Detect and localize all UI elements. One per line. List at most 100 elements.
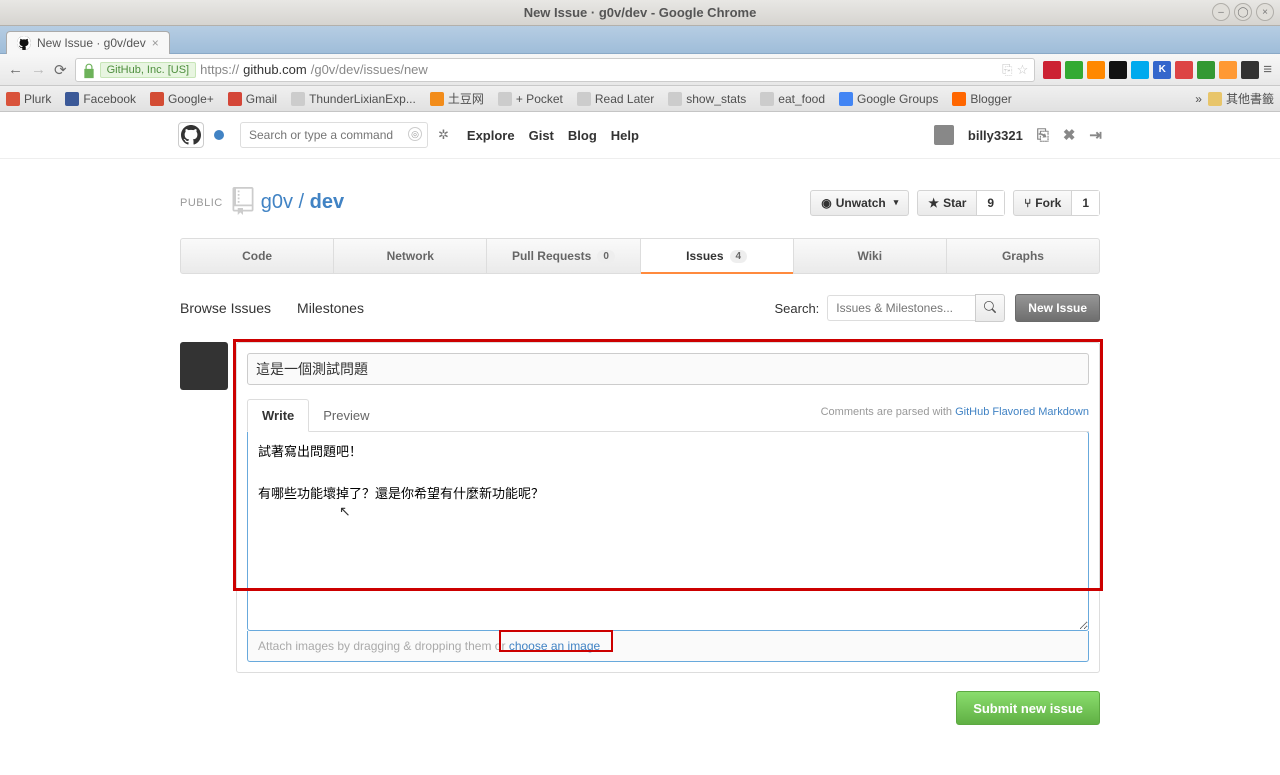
github-logo[interactable] bbox=[178, 122, 204, 148]
bookmark-item[interactable]: show_stats bbox=[668, 92, 746, 106]
bookmark-star-icon[interactable]: ☆ bbox=[1017, 62, 1029, 78]
browser-tabstrip: New Issue · g0v/dev × bbox=[0, 26, 1280, 54]
tab-close-icon[interactable]: × bbox=[152, 36, 159, 50]
bookmarks-bar: Plurk Facebook Google+ Gmail ThunderLixianEx… bbox=[0, 86, 1280, 112]
ext-icon[interactable] bbox=[1219, 61, 1237, 79]
browser-toolbar: ← → ⟳ GitHub, Inc. [US] https:// github.… bbox=[0, 54, 1280, 86]
star-button[interactable]: ★Star 9 bbox=[917, 190, 1005, 216]
write-tab[interactable]: Write bbox=[247, 399, 309, 432]
bookmark-icon bbox=[228, 92, 242, 106]
username[interactable]: billy3321 bbox=[968, 128, 1023, 143]
tab-wiki[interactable]: Wiki bbox=[794, 239, 947, 273]
bookmark-icon bbox=[6, 92, 20, 106]
issues-search-input[interactable] bbox=[827, 295, 975, 321]
submit-issue-button[interactable]: Submit new issue bbox=[956, 691, 1100, 725]
tab-code[interactable]: Code bbox=[181, 239, 334, 273]
bookmark-icon bbox=[952, 92, 966, 106]
unwatch-button[interactable]: ◉Unwatch bbox=[810, 190, 909, 216]
markdown-hint: Comments are parsed with GitHub Flavored… bbox=[821, 406, 1089, 424]
bookmark-item[interactable]: Blogger bbox=[952, 92, 1011, 106]
user-avatar[interactable] bbox=[934, 125, 954, 145]
new-issue-button[interactable]: New Issue bbox=[1015, 294, 1100, 322]
bookmark-icon bbox=[668, 92, 682, 106]
ssl-badge: GitHub, Inc. [US] bbox=[100, 62, 197, 78]
browse-issues-link[interactable]: Browse Issues bbox=[180, 300, 271, 316]
address-bar[interactable]: GitHub, Inc. [US] https:// github.com /g… bbox=[75, 58, 1036, 82]
search-settings-icon[interactable]: ✲ bbox=[438, 127, 449, 143]
bookmark-item[interactable]: ThunderLixianExp... bbox=[291, 92, 416, 106]
search-clear-icon[interactable]: ◎ bbox=[408, 127, 422, 141]
new-repo-icon[interactable]: ⎘ bbox=[1037, 127, 1049, 144]
bookmark-item[interactable]: Google+ bbox=[150, 92, 214, 106]
ext-icon[interactable] bbox=[1175, 61, 1193, 79]
ext-icon[interactable]: K bbox=[1153, 61, 1171, 79]
bookmark-item[interactable]: + Pocket bbox=[498, 92, 563, 106]
star-icon: ★ bbox=[928, 196, 939, 210]
repo-owner-link[interactable]: g0v bbox=[261, 191, 293, 213]
ext-icon[interactable] bbox=[1241, 61, 1259, 79]
notifications-indicator[interactable] bbox=[214, 130, 224, 140]
repo-tabs: Code Network Pull Requests0 Issues4 Wiki… bbox=[180, 238, 1100, 274]
bookmark-item[interactable]: eat_food bbox=[760, 92, 825, 106]
forward-button[interactable]: → bbox=[31, 61, 46, 78]
nav-help[interactable]: Help bbox=[611, 128, 639, 143]
issue-body-textarea[interactable] bbox=[247, 431, 1089, 631]
bookmark-icon bbox=[430, 92, 444, 106]
tab-issues[interactable]: Issues4 bbox=[641, 239, 794, 273]
folder-icon bbox=[1208, 92, 1222, 106]
repo-header: PUBLIC g0v / dev ◉Unwatch ★Star 9 ⑂Fork … bbox=[180, 187, 1100, 218]
bookmark-icon bbox=[760, 92, 774, 106]
fork-button[interactable]: ⑂Fork 1 bbox=[1013, 190, 1100, 216]
bookmark-item[interactable]: 土豆网 bbox=[430, 90, 484, 107]
other-bookmarks-folder[interactable]: 其他書籤 bbox=[1208, 90, 1274, 107]
settings-icon[interactable]: ✖ bbox=[1063, 126, 1076, 144]
star-count[interactable]: 9 bbox=[976, 191, 1004, 215]
window-maximize-button[interactable]: ◯ bbox=[1234, 3, 1252, 21]
ext-icon[interactable] bbox=[1109, 61, 1127, 79]
tab-network[interactable]: Network bbox=[334, 239, 487, 273]
ext-icon[interactable] bbox=[1043, 61, 1061, 79]
back-button[interactable]: ← bbox=[8, 61, 23, 78]
browser-tab[interactable]: New Issue · g0v/dev × bbox=[6, 31, 170, 54]
nav-explore[interactable]: Explore bbox=[467, 128, 515, 143]
ext-icon[interactable] bbox=[1131, 61, 1149, 79]
reload-button[interactable]: ⟳ bbox=[54, 61, 67, 79]
bookmark-item[interactable]: Facebook bbox=[65, 92, 136, 106]
bookmark-item[interactable]: Read Later bbox=[577, 92, 654, 106]
url-domain: github.com bbox=[243, 62, 307, 77]
bookmark-item[interactable]: Plurk bbox=[6, 92, 51, 106]
command-search-input[interactable] bbox=[240, 122, 428, 148]
window-close-button[interactable]: × bbox=[1256, 3, 1274, 21]
search-label: Search: bbox=[774, 301, 819, 316]
lock-icon bbox=[82, 63, 96, 77]
github-favicon bbox=[17, 36, 31, 50]
ext-icon[interactable] bbox=[1065, 61, 1083, 79]
ext-icon[interactable] bbox=[1197, 61, 1215, 79]
omnibox-action-icon[interactable]: ⎘ bbox=[1002, 62, 1012, 78]
gfm-link[interactable]: GitHub Flavored Markdown bbox=[955, 406, 1089, 418]
browser-tab-title: New Issue · g0v/dev bbox=[37, 36, 146, 50]
bookmark-item[interactable]: Google Groups bbox=[839, 92, 938, 106]
preview-tab[interactable]: Preview bbox=[309, 400, 383, 431]
repo-name: g0v / dev bbox=[261, 191, 344, 214]
issues-subnav: Browse Issues Milestones Search: New Iss… bbox=[180, 294, 1100, 322]
bookmark-icon bbox=[577, 92, 591, 106]
tab-graphs[interactable]: Graphs bbox=[947, 239, 1099, 273]
ext-icon[interactable] bbox=[1087, 61, 1105, 79]
repo-name-link[interactable]: dev bbox=[310, 191, 344, 213]
url-path: /g0v/dev/issues/new bbox=[311, 62, 428, 77]
chrome-menu-icon[interactable]: ≡ bbox=[1263, 61, 1272, 78]
search-button[interactable] bbox=[975, 294, 1005, 322]
bookmark-item[interactable]: Gmail bbox=[228, 92, 277, 106]
fork-count[interactable]: 1 bbox=[1071, 191, 1099, 215]
os-titlebar: New Issue · g0v/dev - Google Chrome – ◯ … bbox=[0, 0, 1280, 26]
tab-pull-requests[interactable]: Pull Requests0 bbox=[487, 239, 640, 273]
nav-gist[interactable]: Gist bbox=[529, 128, 554, 143]
nav-blog[interactable]: Blog bbox=[568, 128, 597, 143]
bookmark-overflow[interactable]: » bbox=[1195, 92, 1202, 106]
signout-icon[interactable]: ⇥ bbox=[1089, 126, 1102, 144]
milestones-link[interactable]: Milestones bbox=[297, 300, 364, 316]
window-minimize-button[interactable]: – bbox=[1212, 3, 1230, 21]
issue-title-input[interactable] bbox=[247, 353, 1089, 385]
choose-image-link[interactable]: choose an image bbox=[509, 639, 600, 653]
